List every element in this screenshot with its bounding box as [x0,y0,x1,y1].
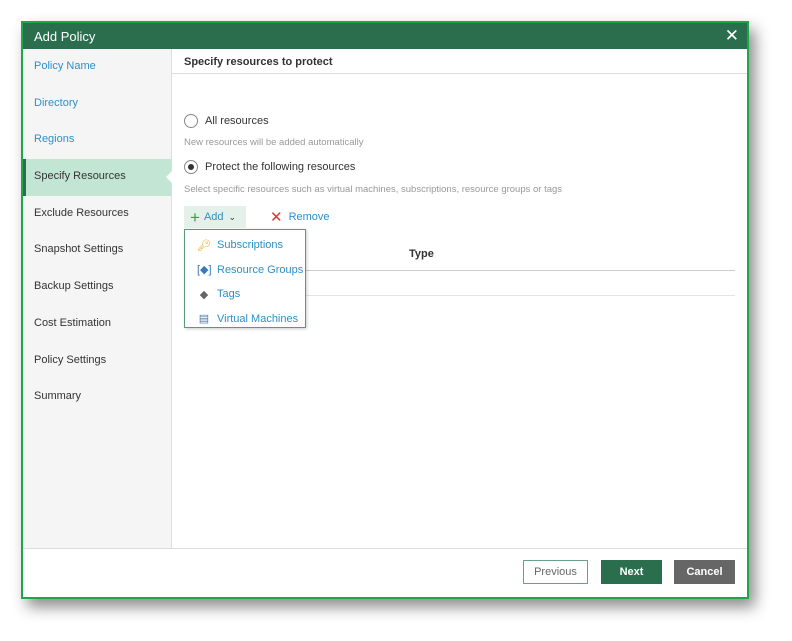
tag-icon: ◆ [199,288,209,301]
add-button[interactable]: + Add ⌄ [184,206,246,228]
sidebar-item-cost-estimation: Cost Estimation [34,316,112,329]
radio-circle[interactable] [184,114,198,128]
dialog-footer: Previous Next Cancel [23,548,747,597]
key-icon: 🔑︎ [197,239,211,252]
menu-item-tags[interactable]: ◆ Tags [185,282,305,307]
sidebar-item-summary: Summary [34,390,82,403]
sidebar-item-snapshot-settings: Snapshot Settings [34,243,124,256]
sidebar-item-regions[interactable]: Regions [23,122,171,159]
menu-label: Resource Groups [217,263,304,276]
sidebar-item-policy-name[interactable]: Policy Name [23,49,171,86]
add-policy-dialog: Add Policy ✕ Policy Name Directory Regio… [21,21,749,599]
dialog-title-bar: Add Policy ✕ [23,23,747,49]
menu-label: Subscriptions [217,239,284,252]
menu-label: Tags [217,288,241,301]
remove-x-icon: ✕ [270,209,283,226]
wizard-sidebar: Policy Name Directory Regions Specify Re… [23,49,172,548]
radio-protect-following[interactable]: Protect the following resources [184,160,355,174]
sidebar-item-backup-settings: Backup Settings [34,280,114,293]
sidebar-item-policy-settings: Policy Settings [34,353,107,366]
menu-label: Virtual Machines [217,312,299,325]
sidebar-item-exclude-resources: Exclude Resources [34,206,129,219]
radio-all-resources[interactable]: All resources [184,114,269,128]
remove-label: Remove [288,211,330,223]
menu-item-subscriptions[interactable]: 🔑︎ Subscriptions [185,233,305,258]
resource-group-icon: [◆] [197,264,212,277]
sidebar-item-directory[interactable]: Directory [23,86,171,123]
close-icon[interactable]: ✕ [725,26,739,46]
menu-item-resource-groups[interactable]: [◆] Resource Groups [185,258,305,283]
add-label: Add [203,211,224,223]
sidebar-item-specify-resources[interactable]: Specify Resources [23,159,172,196]
radio-label: All resources [205,115,269,127]
protect-following-hint: Select specific resources such as virtua… [184,184,563,195]
dialog-title: Add Policy [34,29,96,44]
next-button[interactable]: Next [601,560,662,584]
column-type[interactable]: Type [409,248,434,260]
menu-item-virtual-machines[interactable]: ▤ Virtual Machines [185,307,305,332]
virtual-machine-icon: ▤ [198,313,210,326]
radio-label: Protect the following resources [205,161,356,173]
add-dropdown-menu: 🔑︎ Subscriptions [◆] Resource Groups ◆ Tags… [184,229,306,328]
page-title: Specify resources to protect [172,49,747,74]
remove-button[interactable]: ✕ Remove [270,206,330,228]
main-panel: Specify resources to protect All resourc… [172,49,747,548]
plus-icon: + [190,207,200,227]
previous-button[interactable]: Previous [523,560,588,584]
radio-circle-selected[interactable] [184,160,198,174]
cancel-button[interactable]: Cancel [674,560,735,584]
all-resources-hint: New resources will be added automaticall… [184,137,364,148]
chevron-down-icon: ⌄ [228,211,237,222]
